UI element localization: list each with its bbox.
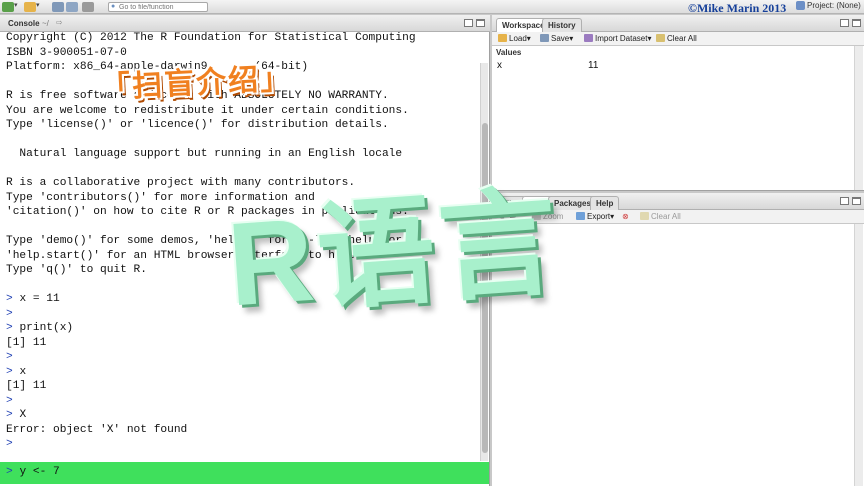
console-prompt: > bbox=[6, 293, 20, 305]
console-line-text: X bbox=[19, 409, 27, 421]
print-icon[interactable] bbox=[82, 2, 94, 12]
minimize-pane-icon[interactable] bbox=[464, 19, 473, 27]
goto-file-box[interactable]: ● bbox=[108, 2, 208, 12]
load-workspace-button[interactable]: Load▾ bbox=[498, 34, 531, 43]
overlay-big-text: R语言 bbox=[223, 176, 566, 332]
console-line: > X bbox=[6, 408, 478, 423]
console-line: > bbox=[6, 350, 478, 365]
new-file-icon[interactable] bbox=[2, 2, 14, 12]
files-maximize-icon[interactable] bbox=[852, 197, 861, 205]
console-line-text: Type 'q()' to quit R. bbox=[6, 264, 147, 276]
goto-directory-icon[interactable]: ⇨ bbox=[56, 18, 63, 27]
open-recent-dropdown-icon[interactable]: ▾ bbox=[36, 1, 42, 11]
project-label: Project: (None) bbox=[807, 1, 861, 10]
export-icon bbox=[576, 212, 585, 220]
goto-search-icon: ● bbox=[111, 3, 116, 10]
save-workspace-button[interactable]: Save▾ bbox=[540, 34, 573, 43]
import-dataset-button[interactable]: Import Dataset▾ bbox=[584, 34, 651, 43]
console-prompt: > bbox=[6, 409, 20, 421]
workspace-toolbar: Load▾ Save▾ Import Dataset▾ Clear All bbox=[492, 32, 864, 46]
main-toolbar: ▾ ▾ ● ©Mike Marin 2013 Project: (None) bbox=[0, 0, 864, 15]
console-prompt: > bbox=[6, 438, 20, 450]
console-line-text: x bbox=[19, 365, 27, 378]
save-all-icon[interactable] bbox=[66, 2, 78, 12]
console-line-text: Error: object 'X' not found bbox=[6, 423, 188, 436]
console-tabbar: Console ~/ ⇨ bbox=[0, 15, 490, 32]
save-icon bbox=[540, 34, 549, 42]
project-icon bbox=[796, 1, 805, 11]
workspace-tabbar: Workspace History bbox=[492, 15, 864, 32]
console-line-text: print(x) bbox=[19, 322, 74, 334]
console-line-text: ISBN 3-900051-07-0 bbox=[6, 46, 127, 59]
console-line-text: Natural language support but running in … bbox=[6, 148, 403, 160]
console-line: > bbox=[6, 394, 478, 409]
console-line-text: x = 11 bbox=[19, 293, 60, 305]
project-menu-button[interactable]: Project: (None) bbox=[796, 1, 861, 13]
console-prompt: > bbox=[6, 322, 20, 334]
new-file-dropdown-icon[interactable]: ▾ bbox=[14, 1, 20, 11]
console-line: [1] 11 bbox=[6, 336, 478, 351]
console-line: > bbox=[6, 437, 478, 452]
remove-plot-icon[interactable]: ⊗ bbox=[622, 212, 629, 221]
console-line: Copyright (C) 2012 The R Foundation for … bbox=[6, 31, 478, 46]
workspace-row-name: x bbox=[497, 60, 502, 71]
console-line-text: Copyright (C) 2012 The R Foundation for … bbox=[6, 32, 416, 44]
values-section-header: Values bbox=[496, 48, 522, 57]
console-input[interactable]: > y <- 7 bbox=[6, 466, 60, 478]
workspace-minimize-icon[interactable] bbox=[840, 19, 849, 27]
save-icon[interactable] bbox=[52, 2, 64, 12]
console-line: Type 'license()' or 'licence()' for dist… bbox=[6, 118, 478, 133]
workspace-maximize-icon[interactable] bbox=[852, 19, 861, 27]
tab-history[interactable]: History bbox=[542, 18, 582, 32]
console-prompt: > bbox=[6, 394, 20, 407]
workspace-scrollbar[interactable] bbox=[854, 46, 863, 190]
console-prompt: > bbox=[6, 365, 20, 378]
console-prompt: > bbox=[6, 307, 20, 320]
console-line-text: R is a collaborative project with many c… bbox=[6, 177, 356, 189]
console-line-text: Type 'license()' or 'licence()' for dist… bbox=[6, 119, 389, 131]
import-icon bbox=[584, 34, 593, 42]
console-input-line[interactable]: > y <- 7 bbox=[0, 462, 489, 484]
workspace-row[interactable]: x 11 bbox=[492, 59, 852, 73]
open-folder-icon[interactable] bbox=[24, 2, 36, 12]
console-input-value: y <- 7 bbox=[19, 466, 60, 478]
console-prompt: > bbox=[6, 351, 20, 363]
console-line: Natural language support but running in … bbox=[6, 147, 478, 162]
console-working-dir: ~/ bbox=[42, 19, 49, 28]
clear-plots-button[interactable]: Clear All bbox=[640, 212, 681, 221]
console-line: Error: object 'X' not found bbox=[6, 423, 478, 438]
goto-file-input[interactable] bbox=[119, 3, 207, 11]
workspace-pane: Workspace History Load▾ Save▾ Import Dat… bbox=[492, 15, 864, 191]
export-button[interactable]: Export▾ bbox=[576, 212, 614, 221]
console-tab[interactable]: Console bbox=[8, 19, 40, 28]
console-line-text: [1] 11 bbox=[6, 380, 47, 392]
tab-help[interactable]: Help bbox=[590, 196, 620, 210]
console-line: [1] 11 bbox=[6, 379, 478, 394]
maximize-pane-icon[interactable] bbox=[476, 19, 485, 27]
console-line-text: [1] 11 bbox=[6, 336, 47, 349]
console-line-text: You are welcome to redistribute it under… bbox=[6, 104, 409, 117]
console-line: You are welcome to redistribute it under… bbox=[6, 104, 478, 119]
console-line: > x bbox=[6, 365, 478, 380]
plots-scrollbar[interactable] bbox=[854, 224, 863, 486]
broom-icon bbox=[640, 212, 649, 220]
files-minimize-icon[interactable] bbox=[840, 197, 849, 205]
console-input-prompt: > bbox=[6, 466, 20, 478]
clear-workspace-button[interactable]: Clear All bbox=[656, 34, 697, 43]
broom-icon bbox=[656, 34, 665, 42]
load-icon bbox=[498, 34, 507, 42]
copyright-watermark: ©Mike Marin 2013 bbox=[688, 1, 787, 15]
workspace-row-value: 11 bbox=[588, 60, 599, 71]
